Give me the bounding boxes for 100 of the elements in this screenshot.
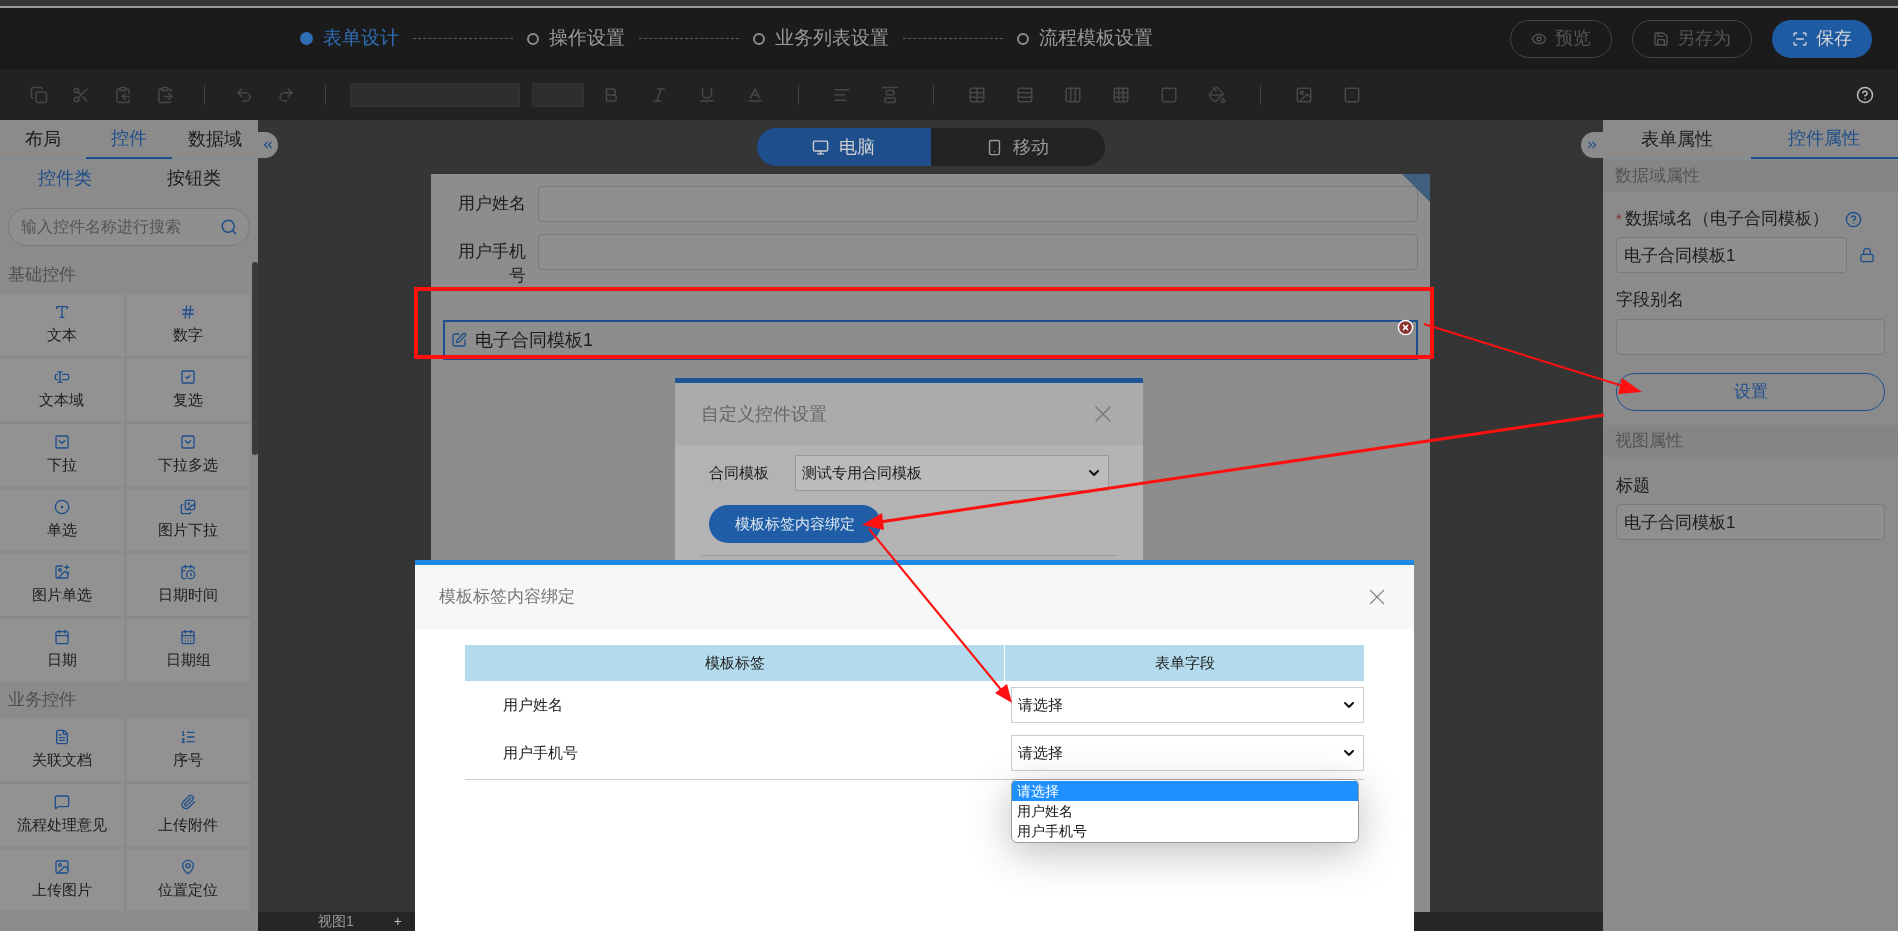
control-item[interactable]: 流程处理意见 — [0, 784, 124, 846]
selected-control[interactable]: 电子合同模板1 — [443, 320, 1418, 360]
cut-icon — [72, 85, 90, 104]
bind-button[interactable]: 模板标签内容绑定 — [709, 505, 881, 543]
paint-bucket-icon — [1208, 85, 1226, 104]
rows-icon — [1016, 85, 1034, 104]
select-field[interactable]: 请选择 — [1011, 735, 1364, 771]
dropdown-option[interactable]: 请选择 — [1012, 781, 1358, 801]
italic-icon — [650, 85, 668, 104]
panel-tab[interactable]: 布局 — [0, 120, 86, 159]
column-header: 表单字段 — [1153, 652, 1216, 673]
view-toggle-option[interactable]: 移动 — [930, 128, 1105, 166]
columns-icon — [1064, 85, 1082, 104]
view-tab[interactable]: 视图1 — [318, 911, 354, 931]
copy-icon — [30, 85, 48, 104]
control-item[interactable]: 文本域 — [0, 359, 124, 421]
group-title: 业务控件 — [7, 689, 77, 712]
step-label[interactable]: 操作设置 — [549, 24, 625, 53]
group-title: 基础控件 — [7, 264, 77, 287]
control-item[interactable]: 数字 — [126, 294, 250, 356]
calendar-icon — [180, 628, 197, 645]
dropdown-icon — [180, 433, 197, 450]
paperclip-icon — [180, 793, 197, 810]
help-icon[interactable] — [1856, 85, 1874, 104]
text-input[interactable] — [538, 186, 1418, 222]
scan-icon — [1792, 30, 1808, 47]
control-item[interactable]: 复选 — [126, 359, 250, 421]
checkbox-icon — [180, 368, 197, 385]
control-item[interactable]: 日期组 — [126, 619, 250, 681]
double-chevron-icon — [261, 138, 275, 152]
table-cell-text: 用户姓名 — [502, 694, 564, 715]
control-item[interactable]: 文本 — [0, 294, 124, 356]
image-icon — [1295, 85, 1313, 104]
field-label: 字段别名 — [1616, 289, 1685, 311]
control-item[interactable]: 下拉 — [0, 424, 124, 486]
step-label[interactable]: 业务列表设置 — [775, 24, 889, 53]
control-item[interactable]: 日期 — [0, 619, 124, 681]
hash-icon — [180, 303, 197, 320]
select-field[interactable]: 请选择 — [1011, 687, 1364, 723]
lock-icon[interactable] — [1859, 247, 1875, 263]
collapse-left-button[interactable] — [258, 132, 278, 158]
letter-icon — [53, 303, 70, 320]
document-icon — [53, 728, 70, 745]
border-icon — [1160, 85, 1178, 104]
header-button[interactable]: 保存 — [1772, 19, 1872, 58]
control-item[interactable]: 关联文档 — [0, 719, 124, 781]
dialog-title: 模板标签内容绑定 — [439, 586, 575, 609]
field-label: 标题 — [1616, 474, 1651, 497]
control-item[interactable]: 单选 — [0, 489, 124, 551]
dropdown-option[interactable]: 用户手机号 — [1012, 821, 1358, 841]
font-color-icon — [746, 85, 764, 104]
field-label: 数据域名（电子合同模板） — [1624, 208, 1829, 231]
calendar-icon — [53, 628, 70, 645]
numbered-list-icon — [180, 728, 197, 745]
panel-tab[interactable]: 表单属性 — [1603, 120, 1751, 159]
select-field[interactable]: 测试专用合同模板 — [795, 455, 1109, 491]
clipboard-icon — [114, 85, 132, 104]
control-item[interactable]: 图片下拉 — [126, 489, 250, 551]
search-field[interactable]: 输入控件名称进行搜索 — [8, 208, 250, 246]
control-item[interactable]: 下拉多选 — [126, 424, 250, 486]
collapse-right-button[interactable] — [1581, 132, 1603, 158]
control-item[interactable]: 上传附件 — [126, 784, 250, 846]
frame-icon — [1343, 85, 1361, 104]
image-icon — [53, 858, 70, 875]
dropdown-icon — [53, 433, 70, 450]
vertical-align-icon — [881, 85, 899, 104]
underline-icon — [698, 85, 716, 104]
double-chevron-icon — [1585, 138, 1599, 152]
step-label[interactable]: 流程模板设置 — [1039, 24, 1153, 53]
control-item[interactable]: 位置定位 — [126, 849, 250, 911]
images-icon — [180, 498, 197, 515]
panel-tab[interactable]: 数据域 — [172, 120, 258, 159]
dropdown-option[interactable]: 用户姓名 — [1012, 801, 1358, 821]
grid-icon — [1112, 85, 1130, 104]
radio-icon — [53, 498, 70, 515]
add-view-button[interactable]: + — [393, 911, 402, 931]
save-icon — [1653, 30, 1669, 47]
required-mark: * — [1616, 208, 1622, 229]
view-toggle-option[interactable]: 电脑 — [756, 128, 931, 166]
paste-icon — [156, 85, 174, 104]
image-plus-icon — [53, 563, 70, 580]
field-label: 合同模板 — [709, 462, 769, 483]
step-label[interactable]: 表单设计 — [323, 24, 399, 53]
control-item[interactable]: 序号 — [126, 719, 250, 781]
delete-icon[interactable] — [1397, 319, 1414, 336]
text-input[interactable]: 电子合同模板1 — [1616, 504, 1885, 540]
monitor-icon — [812, 138, 829, 156]
control-label: 电子合同模板1 — [475, 328, 593, 352]
undo-icon — [235, 85, 253, 104]
control-item[interactable]: 图片单选 — [0, 554, 124, 616]
column-header: 模板标签 — [465, 645, 1005, 681]
edit-icon — [451, 332, 467, 348]
field-label: 用户姓名 — [457, 193, 526, 215]
control-item[interactable]: 上传图片 — [0, 849, 124, 911]
category-tab[interactable]: 按钮类 — [129, 160, 258, 196]
phone-icon — [986, 138, 1003, 156]
search-icon[interactable] — [220, 218, 238, 236]
control-item[interactable]: 日期时间 — [126, 554, 250, 616]
redo-icon — [277, 85, 295, 104]
text-input[interactable]: 电子合同模板1 — [1616, 237, 1847, 273]
